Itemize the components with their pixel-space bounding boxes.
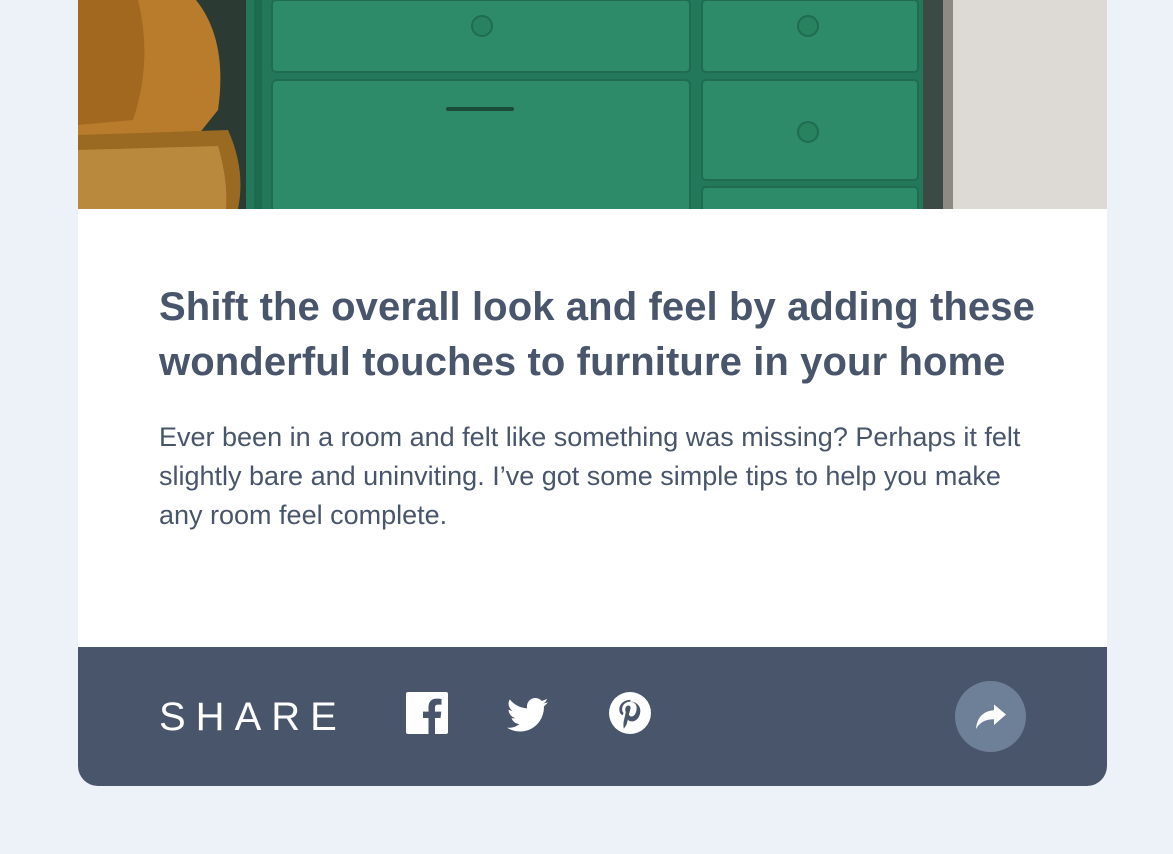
twitter-icon[interactable] [507, 694, 549, 736]
pinterest-icon[interactable] [609, 692, 651, 734]
article-title: Shift the overall look and feel by addin… [159, 285, 1035, 384]
article-card: Shift the overall look and feel by addin… [78, 0, 1107, 786]
share-arrow-icon [975, 704, 1006, 729]
share-button[interactable] [955, 681, 1026, 752]
share-bar: SHARE [78, 647, 1107, 786]
article-content: Shift the overall look and feel by addin… [159, 280, 1039, 535]
facebook-icon[interactable] [406, 692, 448, 734]
hero-image [78, 0, 1107, 209]
article-description: Ever been in a room and felt like someth… [159, 422, 1021, 530]
share-label: SHARE [159, 695, 347, 739]
